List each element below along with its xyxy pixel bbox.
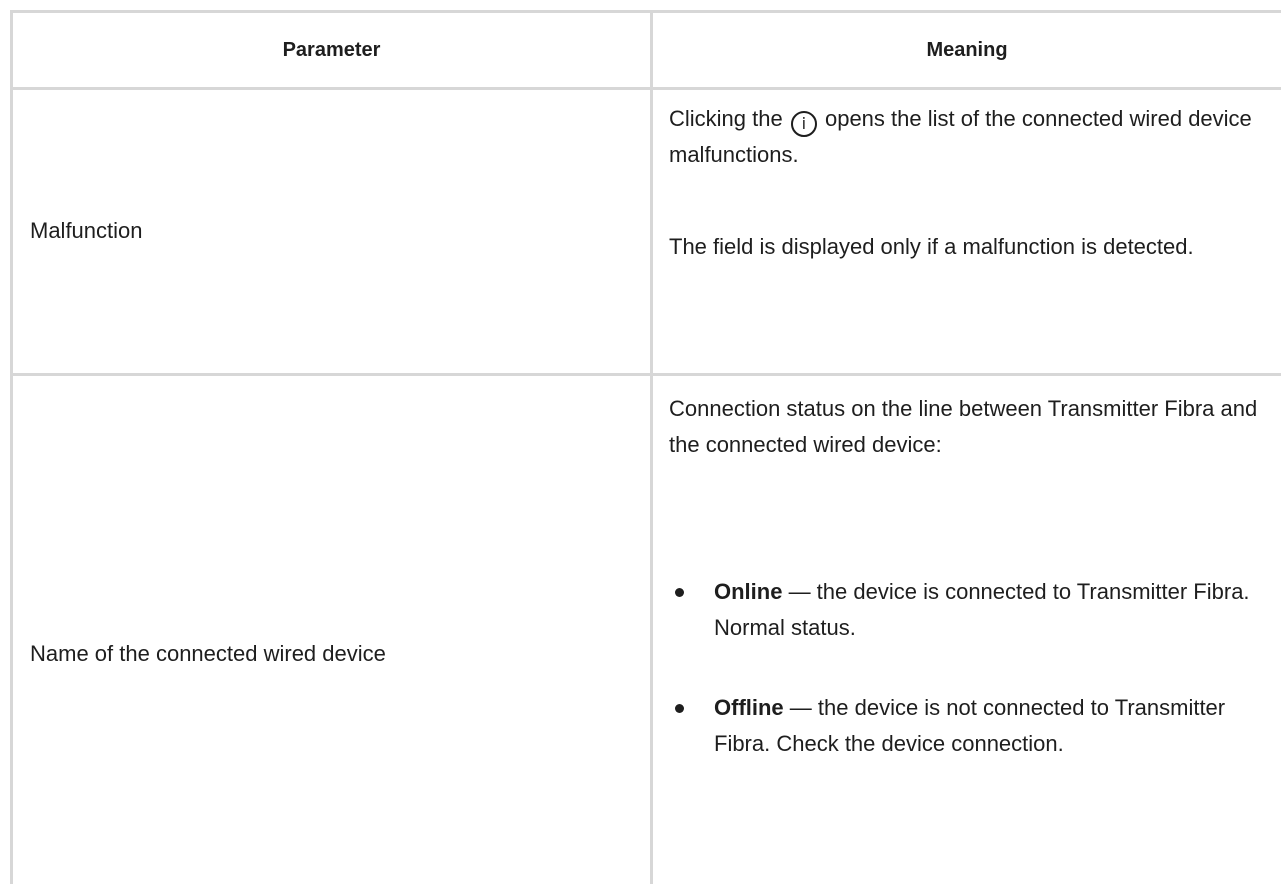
bullet-dot xyxy=(675,704,684,713)
header-parameter: Parameter xyxy=(13,13,650,87)
status-term-online: Online xyxy=(714,579,783,604)
header-meaning: Meaning xyxy=(653,13,1281,87)
row-malfunction-meaning-note: The field is displayed only if a malfunc… xyxy=(669,229,1269,265)
table-border-left xyxy=(10,10,13,884)
row-malfunction-parameter: Malfunction xyxy=(30,218,143,243)
row-divider xyxy=(10,373,1281,376)
info-icon[interactable]: i xyxy=(790,111,817,137)
meaning-intro-text: Connection status on the line between Tr… xyxy=(669,396,1258,457)
bullet-dot xyxy=(675,588,684,597)
header-parameter-label: Parameter xyxy=(282,38,381,61)
parameters-table: Parameter Meaning Malfunction Clicking t… xyxy=(10,10,1281,890)
status-description-offline: — the device is not connected to Transmi… xyxy=(714,695,1226,756)
meaning-note-text: The field is displayed only if a malfunc… xyxy=(669,234,1194,259)
row-device-name-parameter: Name of the connected wired device xyxy=(30,641,386,666)
column-divider xyxy=(650,10,653,884)
meaning-before-icon: Clicking the xyxy=(669,106,783,131)
row-malfunction-meaning-text: Clicking the i opens the list of the con… xyxy=(669,101,1269,173)
header-meaning-label: Meaning xyxy=(926,38,1008,61)
header-divider xyxy=(10,87,1281,90)
status-description-online: — the device is connected to Transmitter… xyxy=(714,579,1250,640)
status-term-offline: Offline xyxy=(714,695,784,720)
row-device-name-meaning-intro: Connection status on the line between Tr… xyxy=(669,391,1269,463)
